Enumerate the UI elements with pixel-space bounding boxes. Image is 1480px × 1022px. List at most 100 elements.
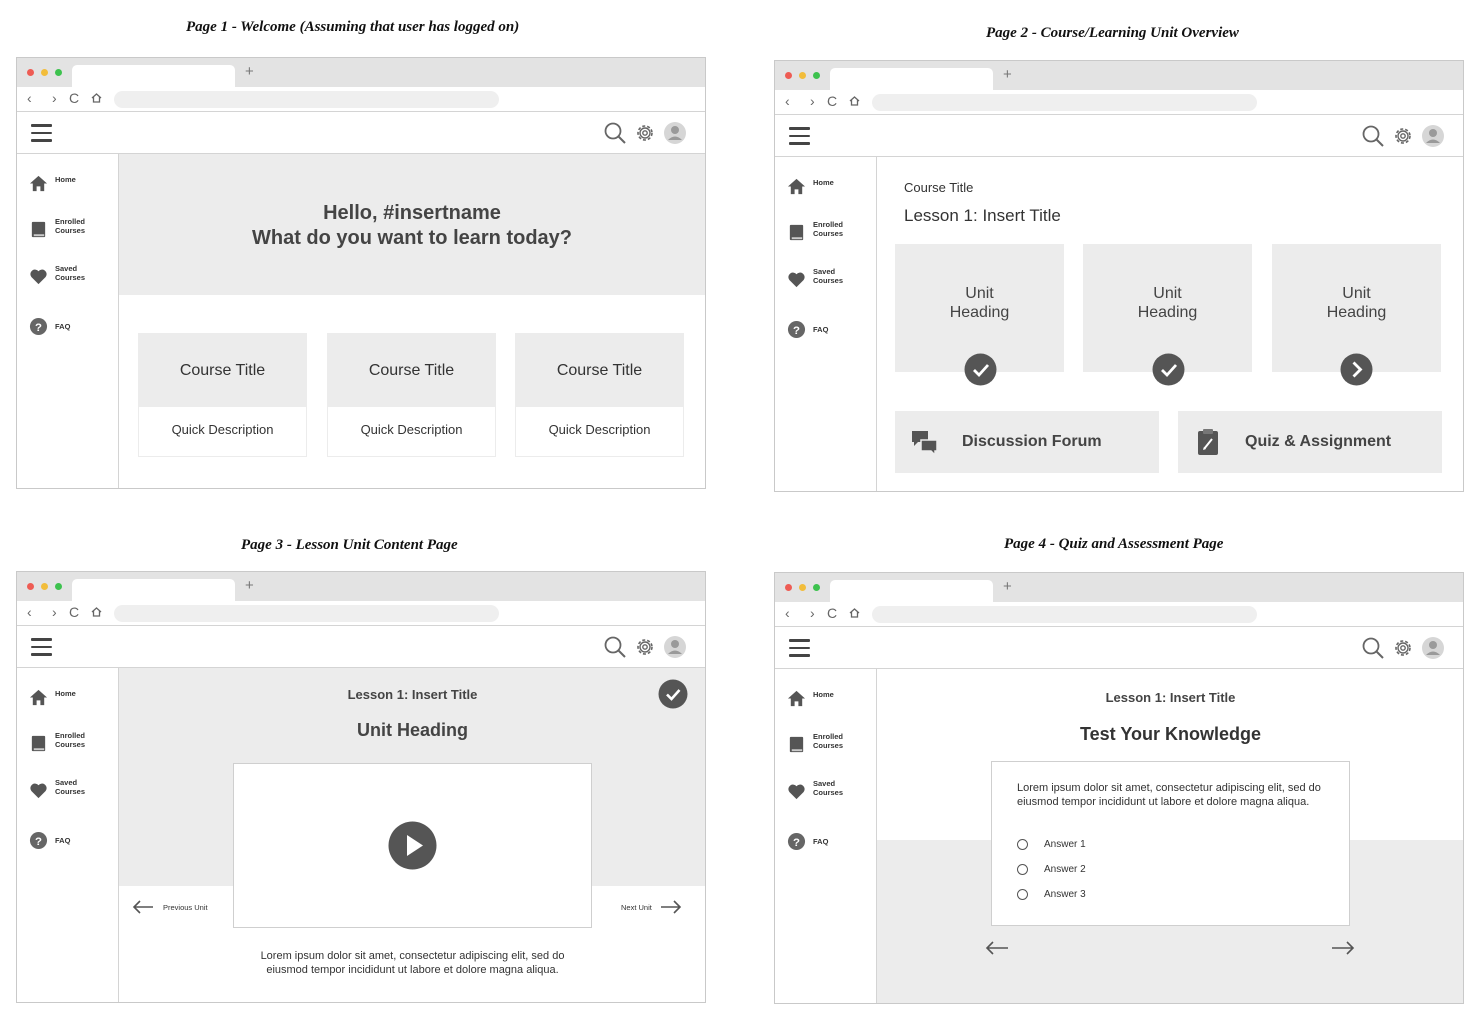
home-icon[interactable]: [91, 93, 102, 103]
minimize-window-button[interactable]: [799, 584, 806, 591]
sidebar-item-saved-courses[interactable]: Saved Courses: [29, 264, 97, 286]
video-player[interactable]: [233, 763, 592, 928]
menu-icon[interactable]: [31, 638, 52, 656]
radio-button[interactable]: [1017, 839, 1028, 850]
clipboard-icon: [1198, 429, 1218, 455]
answer-option[interactable]: Answer 1: [1017, 839, 1086, 850]
sidebar-item-enrolled-courses[interactable]: Enrolled Courses: [787, 220, 855, 242]
maximize-window-button[interactable]: [813, 584, 820, 591]
course-card[interactable]: Course Title Quick Description: [515, 333, 684, 457]
avatar-icon[interactable]: [663, 121, 687, 145]
url-input[interactable]: [114, 605, 499, 622]
avatar-icon[interactable]: [1421, 124, 1445, 148]
browser-tab[interactable]: [830, 68, 993, 90]
avatar-icon[interactable]: [1421, 636, 1445, 660]
unit-heading: Unit Heading: [1326, 285, 1387, 321]
new-tab-button[interactable]: +: [1003, 578, 1012, 595]
gear-icon[interactable]: [633, 121, 657, 145]
course-title: Course Title: [904, 180, 974, 195]
chevron-right-circle-icon[interactable]: [1340, 353, 1373, 386]
heart-icon: [788, 784, 805, 800]
new-tab-button[interactable]: +: [245, 63, 254, 80]
discussion-forum-button[interactable]: Discussion Forum: [895, 411, 1159, 473]
avatar-icon[interactable]: [663, 635, 687, 659]
minimize-window-button[interactable]: [41, 583, 48, 590]
sidebar-item-enrolled-courses[interactable]: Enrolled Courses: [787, 732, 855, 754]
sidebar-item-enrolled-courses[interactable]: Enrolled Courses: [29, 731, 97, 753]
app-header: [17, 626, 705, 668]
answer-option[interactable]: Answer 2: [1017, 864, 1086, 875]
minimize-window-button[interactable]: [41, 69, 48, 76]
browser-tab[interactable]: [72, 579, 235, 601]
reload-icon[interactable]: C: [69, 90, 79, 106]
course-card[interactable]: Course Title Quick Description: [327, 333, 496, 457]
play-icon[interactable]: [388, 821, 437, 870]
search-icon[interactable]: [603, 635, 627, 659]
forward-icon[interactable]: ›: [52, 90, 57, 106]
sidebar-item-faq[interactable]: ? FAQ: [29, 831, 97, 850]
reload-icon[interactable]: C: [827, 93, 837, 109]
gear-icon[interactable]: [1391, 636, 1415, 660]
sidebar-item-home[interactable]: Home: [787, 689, 855, 708]
course-title: Course Title: [516, 334, 683, 407]
radio-button[interactable]: [1017, 889, 1028, 900]
new-tab-button[interactable]: +: [245, 577, 254, 594]
forward-icon[interactable]: ›: [810, 93, 815, 109]
minimize-window-button[interactable]: [799, 72, 806, 79]
menu-icon[interactable]: [789, 639, 810, 657]
check-circle-icon[interactable]: [658, 679, 688, 709]
reload-icon[interactable]: C: [69, 604, 79, 620]
url-input[interactable]: [872, 606, 1257, 623]
sidebar-item-faq[interactable]: ? FAQ: [787, 832, 855, 851]
maximize-window-button[interactable]: [55, 69, 62, 76]
maximize-window-button[interactable]: [813, 72, 820, 79]
home-icon[interactable]: [849, 608, 860, 618]
answer-option[interactable]: Answer 3: [1017, 889, 1086, 900]
gear-icon[interactable]: [633, 635, 657, 659]
quiz-assignment-button[interactable]: Quiz & Assignment: [1178, 411, 1442, 473]
sidebar-item-saved-courses[interactable]: Saved Courses: [29, 778, 97, 800]
previous-unit-button[interactable]: Previous Unit: [132, 900, 208, 914]
back-icon[interactable]: ‹: [27, 90, 32, 106]
sidebar-item-home[interactable]: Home: [787, 177, 855, 196]
question-text: Lorem ipsum dolor sit amet, consectetur …: [1017, 782, 1321, 808]
search-icon[interactable]: [603, 121, 627, 145]
url-input[interactable]: [872, 94, 1257, 111]
radio-button[interactable]: [1017, 864, 1028, 875]
browser-tab[interactable]: [72, 65, 235, 87]
back-icon[interactable]: ‹: [785, 605, 790, 621]
menu-icon[interactable]: [31, 124, 52, 142]
maximize-window-button[interactable]: [55, 583, 62, 590]
url-input[interactable]: [114, 91, 499, 108]
arrow-right-icon[interactable]: [1331, 941, 1355, 955]
browser-tab[interactable]: [830, 580, 993, 602]
close-window-button[interactable]: [27, 583, 34, 590]
back-icon[interactable]: ‹: [27, 604, 32, 620]
course-card[interactable]: Course Title Quick Description: [138, 333, 307, 457]
sidebar-item-saved-courses[interactable]: Saved Courses: [787, 779, 855, 801]
sidebar-item-home[interactable]: Home: [29, 174, 97, 193]
gear-icon[interactable]: [1391, 124, 1415, 148]
sidebar-item-faq[interactable]: ? FAQ: [29, 317, 97, 336]
next-unit-button[interactable]: Next Unit: [621, 900, 682, 914]
forward-icon[interactable]: ›: [52, 604, 57, 620]
lesson-title: Lesson 1: Insert Title: [904, 206, 1061, 225]
close-window-button[interactable]: [785, 584, 792, 591]
new-tab-button[interactable]: +: [1003, 66, 1012, 83]
search-icon[interactable]: [1361, 636, 1385, 660]
home-icon[interactable]: [91, 607, 102, 617]
back-icon[interactable]: ‹: [785, 93, 790, 109]
search-icon[interactable]: [1361, 124, 1385, 148]
close-window-button[interactable]: [785, 72, 792, 79]
unit-body-text: Lorem ipsum dolor sit amet, consectetur …: [260, 950, 565, 976]
sidebar-item-home[interactable]: Home: [29, 688, 97, 707]
close-window-button[interactable]: [27, 69, 34, 76]
arrow-left-icon[interactable]: [985, 941, 1009, 955]
menu-icon[interactable]: [789, 127, 810, 145]
forward-icon[interactable]: ›: [810, 605, 815, 621]
sidebar-item-enrolled-courses[interactable]: Enrolled Courses: [29, 217, 97, 239]
sidebar-item-faq[interactable]: ? FAQ: [787, 320, 855, 339]
sidebar-item-saved-courses[interactable]: Saved Courses: [787, 267, 855, 289]
home-icon[interactable]: [849, 96, 860, 106]
reload-icon[interactable]: C: [827, 605, 837, 621]
